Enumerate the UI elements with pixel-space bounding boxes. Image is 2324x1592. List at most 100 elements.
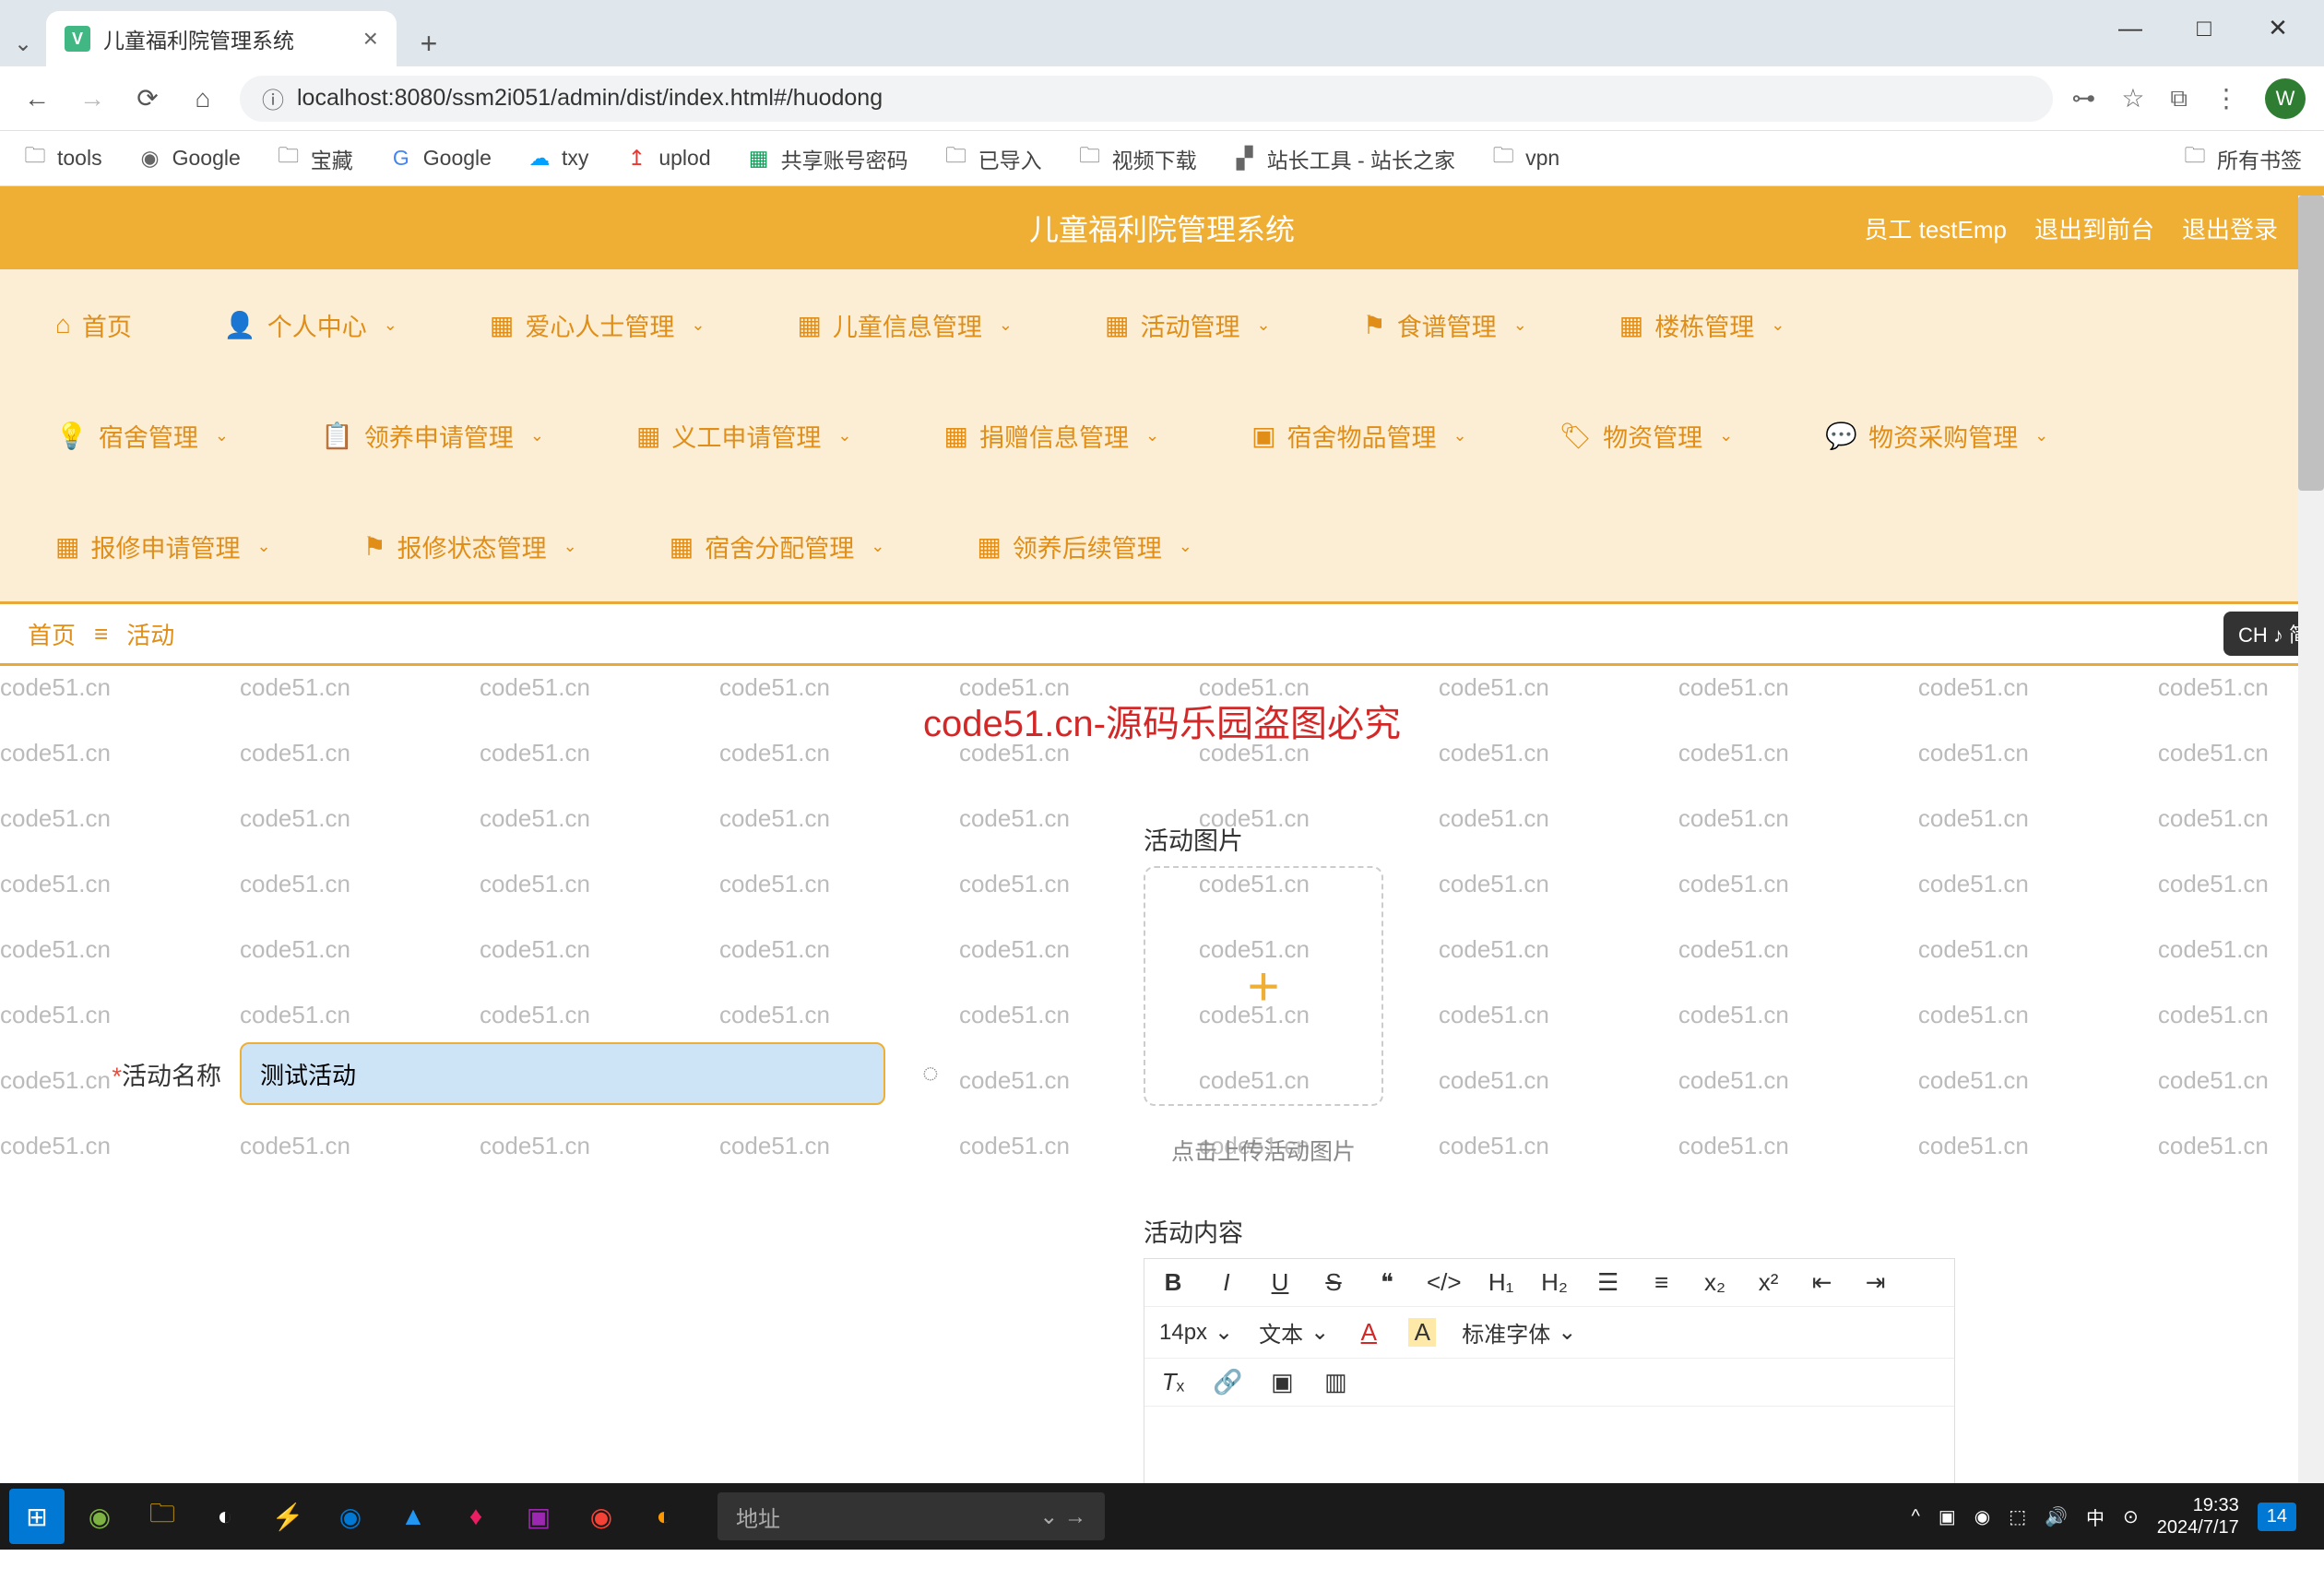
bold-button[interactable]: B	[1159, 1268, 1187, 1297]
image-button[interactable]: ▣	[1268, 1368, 1296, 1396]
tray-network-icon[interactable]: ⬚	[2009, 1505, 2026, 1528]
start-button[interactable]: ⊞	[9, 1489, 65, 1544]
subscript-button[interactable]: x₂	[1702, 1268, 1729, 1297]
nav-home[interactable]: ⌂首页	[37, 307, 150, 343]
chrome-icon[interactable]: ◐	[197, 1489, 253, 1544]
key-icon[interactable]: ⊶	[2071, 84, 2095, 113]
nav-profile[interactable]: 👤个人中心⌄	[206, 307, 416, 343]
nav-donation[interactable]: ▦捐赠信息管理⌄	[926, 418, 1179, 454]
nav-purchase[interactable]: 💬物资采购管理⌄	[1807, 418, 2067, 454]
font-family-select[interactable]: 标准字体 ⌄	[1462, 1316, 1576, 1348]
file-explorer-icon[interactable]: 🗀	[135, 1489, 190, 1544]
outdent-button[interactable]: ⇥	[1862, 1268, 1890, 1297]
bookmark-baozang[interactable]: 🗀宝藏	[276, 143, 353, 174]
color-button[interactable]: A	[1355, 1318, 1382, 1347]
scroll-thumb[interactable]	[2298, 196, 2324, 491]
taskbar-app-1[interactable]: ◉	[72, 1489, 127, 1544]
close-tab-icon[interactable]: ×	[363, 24, 378, 53]
maximize-icon[interactable]: □	[2186, 9, 2223, 46]
tray-icon-2[interactable]: ◉	[1974, 1505, 1990, 1528]
nav-donor[interactable]: ▦爱心人士管理⌄	[471, 307, 724, 343]
bookmark-tools[interactable]: 🗀tools	[22, 146, 102, 172]
reload-icon[interactable]: ⟳	[129, 80, 166, 117]
nav-adopt-follow[interactable]: ▦领养后续管理⌄	[958, 529, 1211, 564]
font-size-select[interactable]: 14px ⌄	[1159, 1319, 1233, 1346]
taskbar-search[interactable]: 地址⌄ →	[717, 1492, 1105, 1540]
menu-icon[interactable]: ⋮	[2213, 83, 2239, 113]
minimize-icon[interactable]: —	[2112, 9, 2149, 46]
tray-ime-icon[interactable]: 中	[2086, 1503, 2105, 1530]
strike-button[interactable]: S	[1320, 1268, 1347, 1297]
grid-icon: ▦	[636, 421, 660, 451]
nav-volunteer[interactable]: ▦义工申请管理⌄	[618, 418, 871, 454]
nav-children[interactable]: ▦儿童信息管理⌄	[778, 307, 1031, 343]
taskbar-app-3[interactable]: ▲	[385, 1489, 441, 1544]
ul-button[interactable]: ≡	[1648, 1268, 1676, 1297]
logout-link[interactable]: 退出登录	[2182, 211, 2278, 245]
h1-button[interactable]: H₁	[1488, 1268, 1515, 1297]
code-button[interactable]: </>	[1427, 1268, 1462, 1297]
vertical-scrollbar[interactable]	[2298, 196, 2324, 1483]
tray-volume-icon[interactable]: 🔊	[2045, 1505, 2068, 1528]
profile-avatar[interactable]: W	[2265, 78, 2306, 119]
nav-dorm[interactable]: 💡宿舍管理⌄	[37, 418, 247, 454]
browser-tab[interactable]: V 儿童福利院管理系统 ×	[46, 11, 397, 66]
bookmark-txy[interactable]: ☁txy	[527, 146, 588, 172]
link-button[interactable]: 🔗	[1213, 1368, 1242, 1396]
underline-button[interactable]: U	[1266, 1268, 1294, 1297]
new-tab-button[interactable]: +	[406, 20, 452, 66]
quote-button[interactable]: ❝	[1373, 1268, 1401, 1297]
ol-button[interactable]: ☰	[1595, 1268, 1622, 1297]
nav-repair-status[interactable]: ⚑报修状态管理⌄	[345, 529, 596, 564]
star-icon[interactable]: ☆	[2121, 83, 2144, 113]
bookmark-sheets[interactable]: ▦共享账号密码	[746, 143, 908, 174]
edge-icon[interactable]: ◉	[323, 1489, 378, 1544]
nav-repair-apply[interactable]: ▦报修申请管理⌄	[37, 529, 290, 564]
close-window-icon[interactable]: ✕	[2259, 9, 2296, 46]
taskbar-app-7[interactable]: ◐	[636, 1489, 692, 1544]
all-bookmarks[interactable]: 🗀所有书签	[2182, 143, 2302, 174]
indent-button[interactable]: ⇤	[1808, 1268, 1836, 1297]
logout-front-link[interactable]: 退出到前台	[2034, 211, 2154, 245]
tray-up-icon[interactable]: ^	[1911, 1506, 1919, 1527]
bookmark-seo[interactable]: ▞站长工具 - 站长之家	[1232, 143, 1455, 174]
taskbar-app-2[interactable]: ⚡	[260, 1489, 315, 1544]
nav-building[interactable]: ▦楼栋管理⌄	[1601, 307, 1804, 343]
italic-button[interactable]: I	[1213, 1268, 1240, 1297]
activity-name-input[interactable]	[240, 1042, 885, 1105]
bookmark-upload[interactable]: ↥uplod	[623, 146, 710, 172]
nav-dorm-assign[interactable]: ▦宿舍分配管理⌄	[651, 529, 904, 564]
bgcolor-button[interactable]: A	[1408, 1318, 1436, 1347]
image-upload-box[interactable]: +	[1144, 866, 1383, 1106]
clear-format-button[interactable]: Tₓ	[1159, 1368, 1187, 1396]
bookmark-google[interactable]: ◉Google	[137, 146, 241, 172]
h2-button[interactable]: H₂	[1541, 1268, 1569, 1297]
extension-icon[interactable]: ⧉	[2170, 84, 2188, 113]
text-type-select[interactable]: 文本 ⌄	[1259, 1316, 1329, 1348]
bookmark-vpn[interactable]: 🗀vpn	[1490, 146, 1559, 172]
nav-activity[interactable]: ▦活动管理⌄	[1086, 307, 1289, 343]
bookmark-video[interactable]: 🗀视频下载	[1077, 143, 1197, 174]
taskbar-app-4[interactable]: ♦	[448, 1489, 504, 1544]
taskbar-app-5[interactable]: ▣	[511, 1489, 566, 1544]
breadcrumb-home[interactable]: 首页	[28, 617, 76, 651]
notification-badge[interactable]: 14	[2258, 1503, 2296, 1531]
nav-dorm-items[interactable]: ▣宿舍物品管理⌄	[1233, 418, 1486, 454]
forward-icon[interactable]: →	[74, 80, 111, 117]
url-input[interactable]: ⓘ localhost:8080/ssm2i051/admin/dist/ind…	[240, 76, 2053, 122]
tab-list-dropdown[interactable]: ⌄	[0, 20, 46, 66]
nav-recipe[interactable]: ⚑食谱管理⌄	[1345, 307, 1546, 343]
bookmark-import[interactable]: 🗀已导入	[943, 143, 1042, 174]
home-icon[interactable]: ⌂	[184, 80, 221, 117]
back-icon[interactable]: ←	[18, 80, 55, 117]
nav-adopt-apply[interactable]: 📋领养申请管理⌄	[302, 418, 563, 454]
superscript-button[interactable]: x²	[1755, 1268, 1783, 1297]
user-label[interactable]: 员工 testEmp	[1864, 211, 2007, 245]
taskbar-app-6[interactable]: ◉	[574, 1489, 629, 1544]
video-button[interactable]: ▥	[1322, 1368, 1349, 1396]
taskbar-clock[interactable]: 19:33 2024/7/17	[2157, 1494, 2239, 1539]
tray-icon-3[interactable]: ⊙	[2123, 1505, 2139, 1528]
tray-icon-1[interactable]: ▣	[1939, 1505, 1956, 1528]
nav-materials[interactable]: 🏷物资管理⌄	[1541, 418, 1752, 454]
bookmark-google2[interactable]: GGoogle	[388, 146, 492, 172]
